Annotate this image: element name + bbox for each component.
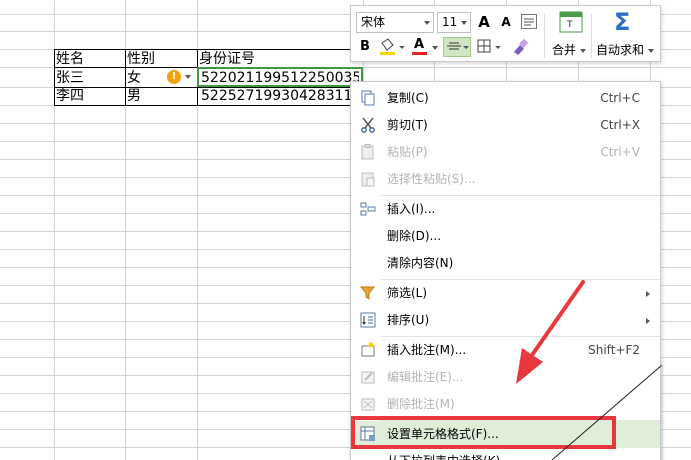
red-arrow-icon [516,280,585,384]
annotation-overlay [516,280,663,460]
